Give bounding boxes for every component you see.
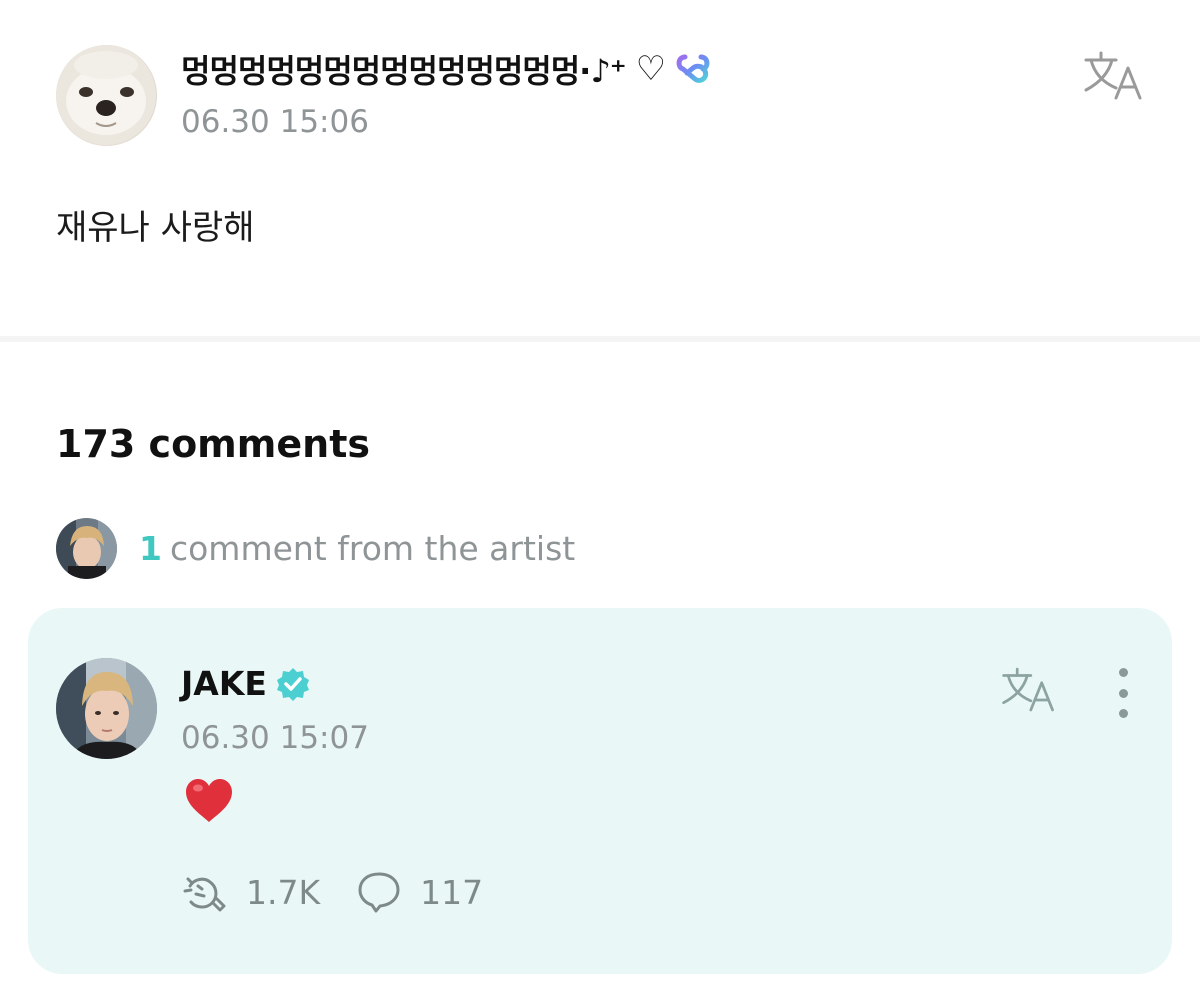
artist-comments-filter[interactable]: 1 comment from the artist bbox=[56, 518, 575, 579]
post-timestamp: 06.30 15:06 bbox=[181, 104, 369, 140]
verified-check-icon bbox=[275, 666, 311, 702]
artist-avatar[interactable] bbox=[56, 658, 157, 759]
post-detail-screen: 멍멍멍멍멍멍멍멍멍멍멍멍멍멍·♪⁺ ♡ 06.30 15:06 재유나 사랑해 … bbox=[0, 0, 1200, 990]
comment-actions: 1.7K 117 bbox=[180, 870, 483, 914]
reply-count: 117 bbox=[420, 872, 484, 912]
cheer-icon bbox=[180, 870, 228, 914]
artist-name-row[interactable]: JAKE bbox=[181, 664, 311, 703]
artist-name: JAKE bbox=[181, 664, 267, 703]
more-dot bbox=[1118, 668, 1128, 677]
post-author-name: 멍멍멍멍멍멍멍멍멍멍멍멍멍멍·♪⁺ bbox=[181, 52, 627, 90]
post-author[interactable]: 멍멍멍멍멍멍멍멍멍멍멍멍멍멍·♪⁺ ♡ bbox=[181, 46, 711, 92]
cheer-button[interactable]: 1.7K bbox=[180, 870, 320, 914]
more-dot bbox=[1118, 709, 1128, 718]
artist-comment-label: comment from the artist bbox=[169, 529, 576, 568]
post-body: 재유나 사랑해 bbox=[56, 208, 255, 248]
artist-comment-body bbox=[183, 775, 235, 827]
more-dot bbox=[1118, 688, 1128, 698]
post-author-avatar[interactable] bbox=[56, 45, 157, 146]
artist-comment-summary: 1 comment from the artist bbox=[139, 529, 575, 568]
comment-translate-icon[interactable] bbox=[1000, 666, 1058, 714]
artist-mini-avatar bbox=[56, 518, 117, 579]
gradient-loop-icon bbox=[675, 51, 711, 87]
speech-bubble-icon bbox=[356, 870, 402, 914]
red-heart-emoji bbox=[186, 779, 232, 822]
more-vertical-icon[interactable] bbox=[1110, 668, 1136, 718]
puppy-avatar-image bbox=[56, 45, 156, 145]
translate-icon[interactable] bbox=[1082, 50, 1146, 102]
cheer-count: 1.7K bbox=[246, 872, 321, 912]
reply-button[interactable]: 117 bbox=[356, 870, 483, 914]
artist-comment-count: 1 bbox=[139, 529, 162, 568]
post-author-heart: ♡ bbox=[635, 49, 667, 89]
artist-comment-timestamp: 06.30 15:07 bbox=[181, 720, 369, 756]
comments-count: 173 comments bbox=[56, 422, 370, 466]
section-divider bbox=[0, 336, 1200, 342]
